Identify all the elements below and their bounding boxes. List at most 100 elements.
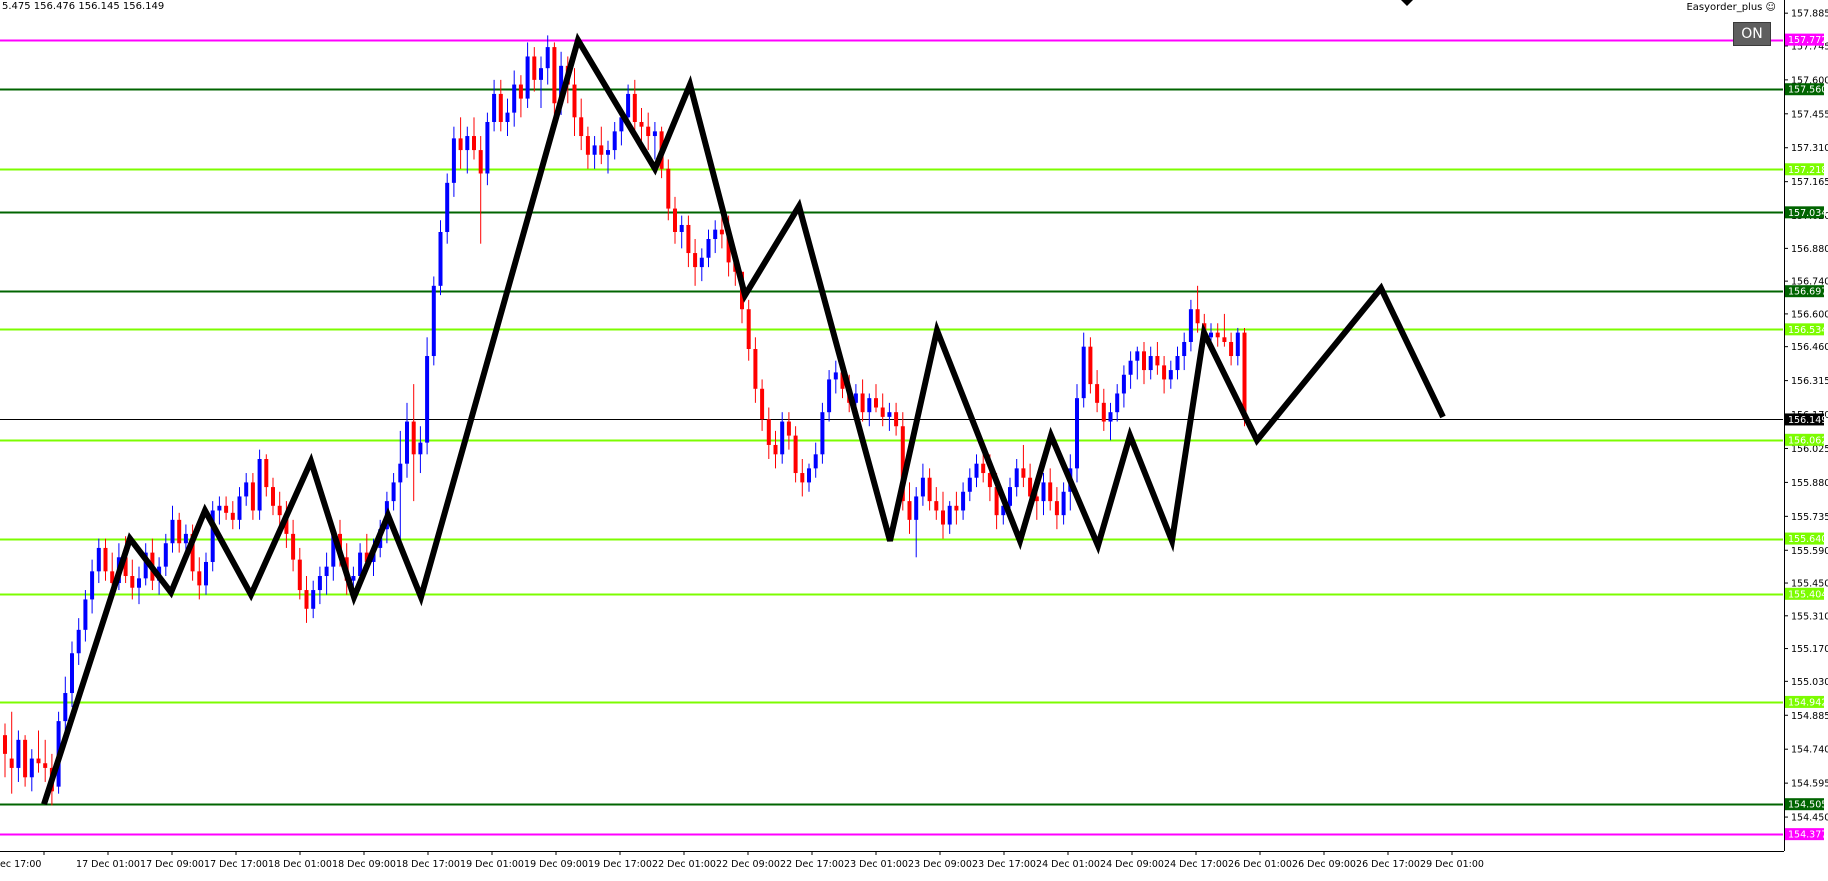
- price-tick-label: 156.880: [1791, 244, 1828, 255]
- time-tick-label: 18 Dec 09:00: [332, 859, 396, 870]
- candle-body: [43, 763, 48, 768]
- candle-body: [451, 138, 456, 183]
- price-tick-label: 154.450: [1791, 813, 1828, 824]
- time-tick-label: 22 Dec 17:00: [780, 859, 844, 870]
- candle-body: [1014, 468, 1019, 488]
- price-tick-label: 154.740: [1791, 745, 1828, 756]
- candle-body: [1155, 356, 1160, 366]
- time-tick-label: 23 Dec 09:00: [908, 859, 972, 870]
- candle-body: [425, 356, 430, 443]
- candle-body: [351, 576, 356, 581]
- candle: [257, 449, 262, 520]
- candle-body: [914, 496, 919, 520]
- candle-body: [1081, 346, 1086, 399]
- candle-body: [1041, 482, 1046, 502]
- candle-body: [1162, 365, 1167, 380]
- candle-body: [398, 463, 403, 483]
- candle-body: [585, 136, 590, 155]
- candle-body: [907, 501, 912, 520]
- candle-body: [1168, 370, 1173, 380]
- candle-body: [137, 578, 141, 588]
- candle-body: [177, 519, 182, 544]
- candle-body: [920, 477, 925, 497]
- time-tick-label: 24 Dec 01:00: [1036, 859, 1100, 870]
- candle-body: [1075, 398, 1079, 469]
- candle-body: [1148, 356, 1153, 371]
- level-price-tag-text: 157.772: [1788, 35, 1827, 46]
- candle-body: [880, 407, 885, 417]
- time-tick-label: 17 Dec 17:00: [204, 859, 268, 870]
- candle-body: [23, 739, 28, 778]
- price-tick-label: 156.600: [1791, 309, 1828, 320]
- level-price-tag-text: 154.377: [1788, 830, 1827, 841]
- candle-body: [833, 372, 838, 380]
- candle-body: [16, 739, 21, 768]
- candle-body: [606, 150, 610, 155]
- candle-body: [699, 257, 704, 268]
- price-chart[interactable]: 157.885 157.745 157.600 157.455 157.310 157.1…: [0, 0, 1828, 877]
- candle-body: [485, 121, 490, 174]
- candle-body: [813, 454, 818, 469]
- candle-body: [1101, 402, 1106, 422]
- candle-body: [103, 547, 108, 572]
- candle-body: [411, 421, 416, 455]
- candle-body: [230, 512, 235, 520]
- price-tick-label: 156.460: [1791, 342, 1828, 353]
- candle-body: [465, 136, 470, 151]
- price-tick-label: 157.885: [1791, 9, 1828, 20]
- candle-body: [1175, 356, 1180, 371]
- price-tick-label: 157.165: [1791, 177, 1828, 188]
- candle-body: [786, 421, 791, 436]
- ohlc-readout: 5.475 156.476 156.145 156.149: [2, 1, 165, 12]
- level-price-tag-text: 157.034: [1788, 208, 1827, 219]
- candle-body: [552, 47, 557, 104]
- candle-body: [257, 458, 262, 511]
- ea-on-button[interactable]: ON: [1733, 22, 1771, 46]
- candle-body: [76, 629, 81, 654]
- candle-body: [1108, 412, 1113, 422]
- chart-canvas[interactable]: 157.885157.745157.600157.455157.310157.1…: [0, 0, 1828, 877]
- level-price-tag-text: 156.062: [1788, 435, 1827, 446]
- candle-body: [163, 543, 168, 567]
- candle-body: [1188, 309, 1193, 342]
- time-tick-label: 19 Dec 09:00: [524, 859, 588, 870]
- price-tick-label: 157.455: [1791, 109, 1828, 120]
- candle-body: [673, 208, 677, 232]
- candle-body: [317, 576, 322, 591]
- candle: [431, 276, 436, 366]
- time-tick-label: 26 Dec 17:00: [1356, 859, 1420, 870]
- candle-body: [1195, 309, 1200, 324]
- current-price-tag-text: 156.149: [1788, 415, 1827, 426]
- candle-body: [264, 458, 269, 488]
- candle-body: [237, 496, 242, 520]
- candle-body: [170, 519, 175, 544]
- candle-body: [612, 131, 617, 151]
- candle-body: [800, 473, 805, 483]
- candle-body: [63, 693, 68, 722]
- candle-body: [472, 136, 476, 151]
- candle-body: [1121, 374, 1126, 394]
- candle-body: [1235, 332, 1240, 357]
- candle-body: [766, 419, 771, 445]
- expert-advisor-label: Easyorder_plus ☺: [1686, 2, 1776, 13]
- candle-body: [9, 758, 14, 768]
- candle-body: [773, 444, 778, 455]
- candle-body: [478, 150, 483, 174]
- time-tick-label: 18 Dec 17:00: [396, 859, 460, 870]
- candle-body: [1215, 332, 1220, 338]
- candle-body: [3, 735, 7, 754]
- candle-body: [244, 482, 249, 497]
- candle-body: [807, 468, 811, 483]
- candle-body: [927, 477, 932, 502]
- candle-body: [713, 229, 718, 240]
- candle-body: [90, 571, 95, 600]
- candle-body: [391, 482, 396, 502]
- price-tick-label: 155.735: [1791, 512, 1828, 523]
- candle-body: [974, 463, 979, 478]
- candle-body: [445, 182, 450, 232]
- candle-body: [961, 491, 966, 511]
- candle-body: [130, 576, 135, 588]
- candle-body: [1128, 360, 1133, 375]
- candle-body: [967, 477, 972, 492]
- candle-body: [599, 145, 604, 155]
